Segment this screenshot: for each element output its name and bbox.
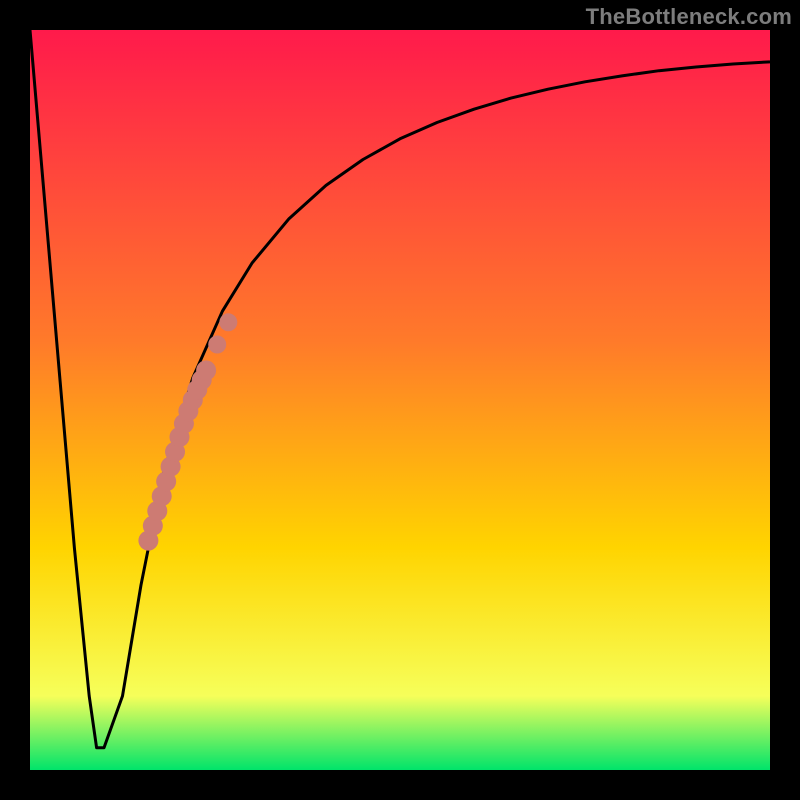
marker-dot [208, 336, 226, 354]
watermark-text: TheBottleneck.com [586, 4, 792, 30]
gradient-background [30, 30, 770, 770]
marker-dot [219, 313, 237, 331]
chart-svg [30, 30, 770, 770]
marker-dot [196, 360, 216, 380]
plot-area [30, 30, 770, 770]
chart-frame: TheBottleneck.com [0, 0, 800, 800]
